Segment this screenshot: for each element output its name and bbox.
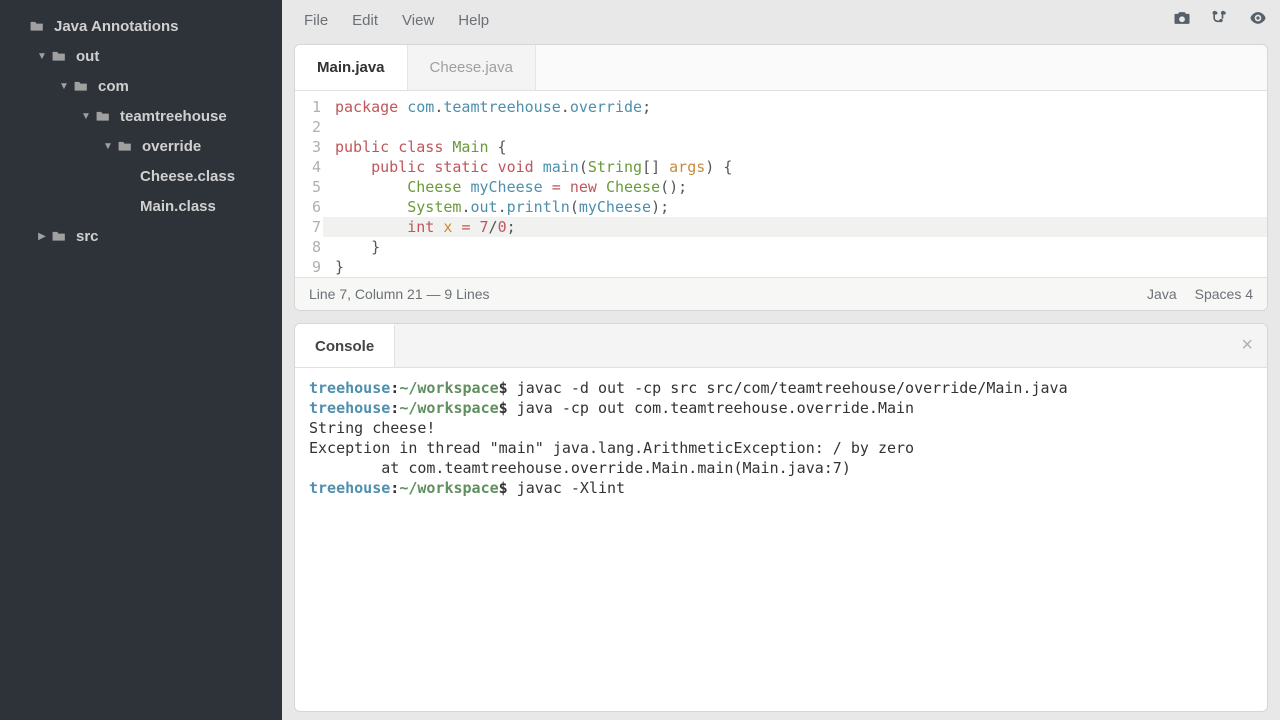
main-area: FileEditViewHelp Main.javaCheese.java 12… [282,0,1280,720]
console-line: String cheese! [309,418,1253,438]
chevron-icon: ▶ [36,226,48,248]
tree-item-java-annotations[interactable]: Java Annotations [0,12,282,42]
code-line[interactable]: public static void main(String[] args) { [329,157,1267,177]
console-output[interactable]: treehouse:~/workspace$ javac -d out -cp … [295,368,1267,508]
tab-main-java[interactable]: Main.java [295,45,408,90]
menu-help[interactable]: Help [448,6,499,35]
tree-label: src [76,226,99,248]
editor-tabs: Main.javaCheese.java [295,45,1267,91]
chevron-icon: ▼ [80,106,92,128]
console-line: treehouse:~/workspace$ javac -d out -cp … [309,378,1253,398]
code-line[interactable]: public class Main { [329,137,1267,157]
language-indicator[interactable]: Java [1147,286,1177,302]
tab-cheese-java[interactable]: Cheese.java [408,45,536,90]
line-gutter: 123456789 [295,97,329,277]
tree-label: Cheese.class [140,166,235,188]
chevron-icon: ▼ [102,136,114,158]
console-line: treehouse:~/workspace$ javac -Xlint [309,478,1253,498]
indent-indicator[interactable]: Spaces 4 [1195,286,1253,302]
console-line: at com.teamtreehouse.override.Main.main(… [309,458,1253,478]
tree-label: override [142,136,201,158]
folder-icon [30,16,46,38]
tree-item-cheese-class[interactable]: Cheese.class [0,162,282,192]
code-line[interactable]: Cheese myCheese = new Cheese(); [329,177,1267,197]
tree-item-teamtreehouse[interactable]: ▼ teamtreehouse [0,102,282,132]
tree-item-override[interactable]: ▼ override [0,132,282,162]
chevron-icon: ▼ [58,76,70,98]
fork-icon[interactable] [1210,8,1230,33]
folder-icon [74,76,90,98]
folder-icon [96,106,112,128]
statusbar: Line 7, Column 21 — 9 Lines Java Spaces … [295,277,1267,310]
camera-icon[interactable] [1172,8,1192,33]
menubar: FileEditViewHelp [282,0,1280,40]
console-panel: Console × treehouse:~/workspace$ javac -… [294,323,1268,712]
console-tab[interactable]: Console [295,324,395,367]
console-line: Exception in thread "main" java.lang.Ari… [309,438,1253,458]
editor: Main.javaCheese.java 123456789 package c… [294,44,1268,311]
folder-icon [118,136,134,158]
code-line[interactable]: int x = 7/0; [323,217,1267,237]
tree-item-out[interactable]: ▼ out [0,42,282,72]
tree-label: Main.class [140,196,216,218]
close-icon[interactable]: × [1227,334,1267,357]
cursor-position: Line 7, Column 21 — 9 Lines [309,286,490,302]
console-line: treehouse:~/workspace$ java -cp out com.… [309,398,1253,418]
tree-label: Java Annotations [54,16,178,38]
menu-view[interactable]: View [392,6,444,35]
code-line[interactable]: package com.teamtreehouse.override; [329,97,1267,117]
tree-item-com[interactable]: ▼ com [0,72,282,102]
folder-icon [52,226,68,248]
code-line[interactable]: System.out.println(myCheese); [329,197,1267,217]
menu-file[interactable]: File [294,6,338,35]
preview-icon[interactable] [1248,8,1268,33]
tree-label: teamtreehouse [120,106,227,128]
tree-item-src[interactable]: ▶ src [0,222,282,252]
code-line[interactable] [329,117,1267,137]
code-line[interactable]: } [329,257,1267,277]
tree-label: out [76,46,99,68]
tree-label: com [98,76,129,98]
menu-edit[interactable]: Edit [342,6,388,35]
chevron-icon: ▼ [36,46,48,68]
file-tree: Java Annotations ▼ out ▼ com ▼ teamtreehouse ▼ o… [0,0,282,720]
code-line[interactable]: } [329,237,1267,257]
tree-item-main-class[interactable]: Main.class [0,192,282,222]
code-area[interactable]: 123456789 package com.teamtreehouse.over… [295,91,1267,277]
folder-icon [52,46,68,68]
